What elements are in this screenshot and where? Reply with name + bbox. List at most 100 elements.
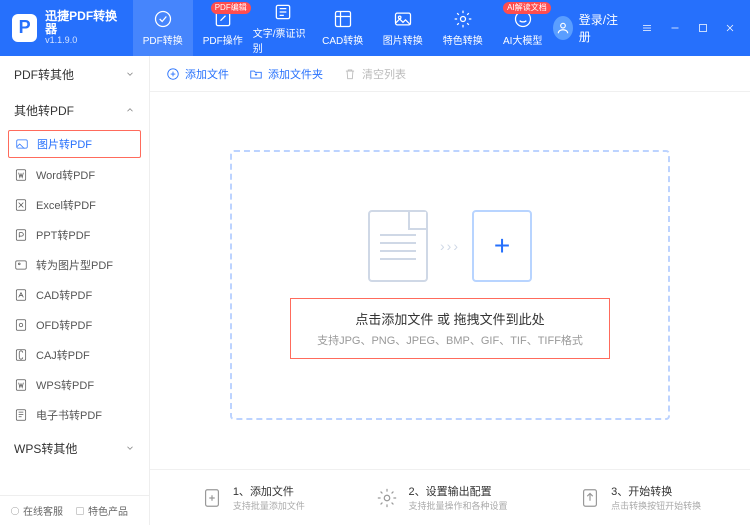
sidebar-cat-label: 其他转PDF bbox=[14, 102, 74, 119]
file-icon bbox=[368, 210, 428, 282]
sidebar-item-ppt-to-pdf[interactable]: PPT转PDF bbox=[0, 220, 149, 250]
sidebar-footer: 在线客服 特色产品 bbox=[0, 495, 149, 525]
sidebar-item-word-to-pdf[interactable]: Word转PDF bbox=[0, 160, 149, 190]
tab-label: 文字/票证识别 bbox=[253, 25, 313, 55]
close-button[interactable] bbox=[718, 14, 742, 42]
toolbar: 添加文件 添加文件夹 清空列表 bbox=[150, 56, 750, 92]
folder-plus-icon bbox=[249, 67, 263, 81]
tab-ai[interactable]: AI解读文档 AI大模型 bbox=[493, 0, 553, 56]
sidebar-item-label: 电子书转PDF bbox=[36, 407, 102, 423]
sidebar-item-ebook-to-pdf[interactable]: 电子书转PDF bbox=[0, 400, 149, 430]
settings-step-icon bbox=[374, 485, 400, 511]
chevron-down-icon bbox=[125, 443, 135, 453]
step-3: 3、开始转换点击转换按钮开始转换 bbox=[577, 483, 701, 512]
tab-label: PDF操作 bbox=[203, 32, 243, 47]
sidebar-cat-label: WPS转其他 bbox=[14, 440, 77, 457]
drop-area: ››› + 点击添加文件 或 拖拽文件到此处 支持JPG、PNG、JPEG、BM… bbox=[170, 108, 730, 461]
drop-subtitle: 支持JPG、PNG、JPEG、BMP、GIF、TIF、TIFF格式 bbox=[317, 332, 583, 348]
convert-step-icon bbox=[577, 485, 603, 511]
sidebar-item-label: 图片转PDF bbox=[37, 136, 92, 152]
image-icon bbox=[15, 137, 29, 151]
step-2: 2、设置输出配置支持批量操作和各种设置 bbox=[374, 483, 507, 512]
sidebar-item-wps-to-pdf[interactable]: WPS转PDF bbox=[0, 370, 149, 400]
sidebar: PDF转其他 其他转PDF 图片转PDF Word转PDF Excel转PDF … bbox=[0, 56, 150, 525]
badge: AI解读文档 bbox=[503, 2, 551, 14]
plus-circle-icon bbox=[166, 67, 180, 81]
app-logo-icon: P bbox=[12, 14, 37, 42]
sidebar-cat-wps-to-other[interactable]: WPS转其他 bbox=[0, 430, 149, 466]
ofd-icon bbox=[14, 318, 28, 332]
sidebar-item-label: CAJ转PDF bbox=[36, 347, 90, 363]
step-1: 1、添加文件支持批量添加文件 bbox=[199, 483, 305, 512]
add-file-button[interactable]: 添加文件 bbox=[166, 66, 229, 82]
featured-link[interactable]: 特色产品 bbox=[75, 503, 128, 518]
image-pdf-icon bbox=[14, 258, 28, 272]
sidebar-item-label: Word转PDF bbox=[36, 167, 95, 183]
tab-ocr[interactable]: 文字/票证识别 bbox=[253, 0, 313, 56]
app-version: v1.1.9.0 bbox=[45, 36, 121, 46]
ebook-icon bbox=[14, 408, 28, 422]
image-icon bbox=[393, 9, 413, 29]
sidebar-item-label: Excel转PDF bbox=[36, 197, 96, 213]
add-file-step-icon bbox=[199, 485, 225, 511]
button-label: 清空列表 bbox=[362, 66, 406, 82]
sidebar-cat-label: PDF转其他 bbox=[14, 66, 74, 83]
tab-label: 图片转换 bbox=[383, 32, 423, 47]
sidebar-item-to-image-pdf[interactable]: 转为图片型PDF bbox=[0, 250, 149, 280]
minimize-button[interactable] bbox=[663, 14, 687, 42]
chevron-up-icon bbox=[125, 105, 135, 115]
chevron-down-icon bbox=[125, 69, 135, 79]
ocr-icon bbox=[273, 2, 293, 22]
cad-icon bbox=[14, 288, 28, 302]
sidebar-item-label: CAD转PDF bbox=[36, 287, 92, 303]
menu-button[interactable] bbox=[635, 14, 659, 42]
cad-icon bbox=[333, 9, 353, 29]
header-tabs: PDF转换 PDF编辑 PDF操作 文字/票证识别 CAD转换 图片转换 特色转… bbox=[133, 0, 553, 56]
tab-pdf-convert[interactable]: PDF转换 bbox=[133, 0, 193, 56]
tab-label: AI大模型 bbox=[503, 32, 542, 47]
excel-icon bbox=[14, 198, 28, 212]
ppt-icon bbox=[14, 228, 28, 242]
badge: PDF编辑 bbox=[211, 2, 251, 14]
sidebar-item-caj-to-pdf[interactable]: CAJ转PDF bbox=[0, 340, 149, 370]
clear-list-button[interactable]: 清空列表 bbox=[343, 66, 406, 82]
tab-label: PDF转换 bbox=[143, 32, 183, 47]
sidebar-cat-pdf-to-other[interactable]: PDF转其他 bbox=[0, 56, 149, 92]
main: 添加文件 添加文件夹 清空列表 ››› + 点击添加文件 或 拖拽文件到此处 bbox=[150, 56, 750, 525]
sidebar-cat-other-to-pdf[interactable]: 其他转PDF bbox=[0, 92, 149, 128]
tab-special[interactable]: 特色转换 bbox=[433, 0, 493, 56]
sidebar-item-label: WPS转PDF bbox=[36, 377, 94, 393]
avatar-icon bbox=[553, 16, 573, 40]
sidebar-item-excel-to-pdf[interactable]: Excel转PDF bbox=[0, 190, 149, 220]
drop-text: 点击添加文件 或 拖拽文件到此处 支持JPG、PNG、JPEG、BMP、GIF、… bbox=[290, 298, 610, 359]
tab-cad[interactable]: CAD转换 bbox=[313, 0, 373, 56]
tab-pdf-operate[interactable]: PDF编辑 PDF操作 bbox=[193, 0, 253, 56]
convert-icon bbox=[153, 9, 173, 29]
login-label: 登录/注册 bbox=[579, 11, 622, 45]
login-button[interactable]: 登录/注册 bbox=[553, 11, 622, 45]
dots-icon: ››› bbox=[440, 238, 460, 254]
drop-zone[interactable]: ››› + 点击添加文件 或 拖拽文件到此处 支持JPG、PNG、JPEG、BM… bbox=[230, 150, 670, 420]
sidebar-item-cad-to-pdf[interactable]: CAD转PDF bbox=[0, 280, 149, 310]
sidebar-item-image-to-pdf[interactable]: 图片转PDF bbox=[8, 130, 141, 158]
logo-area: P 迅捷PDF转换器 v1.1.9.0 bbox=[0, 10, 133, 46]
sidebar-item-label: OFD转PDF bbox=[36, 317, 92, 333]
caj-icon bbox=[14, 348, 28, 362]
header: P 迅捷PDF转换器 v1.1.9.0 PDF转换 PDF编辑 PDF操作 文字… bbox=[0, 0, 750, 56]
sidebar-item-label: PPT转PDF bbox=[36, 227, 90, 243]
plus-file-icon: + bbox=[472, 210, 532, 282]
button-label: 添加文件夹 bbox=[268, 66, 323, 82]
support-link[interactable]: 在线客服 bbox=[10, 503, 63, 518]
drop-title: 点击添加文件 或 拖拽文件到此处 bbox=[317, 309, 583, 328]
tab-image[interactable]: 图片转换 bbox=[373, 0, 433, 56]
add-folder-button[interactable]: 添加文件夹 bbox=[249, 66, 323, 82]
word-icon bbox=[14, 168, 28, 182]
button-label: 添加文件 bbox=[185, 66, 229, 82]
sidebar-item-ofd-to-pdf[interactable]: OFD转PDF bbox=[0, 310, 149, 340]
star-icon bbox=[453, 9, 473, 29]
tab-label: CAD转换 bbox=[322, 32, 363, 47]
tab-label: 特色转换 bbox=[443, 32, 483, 47]
drop-illustration: ››› + bbox=[368, 210, 532, 282]
maximize-button[interactable] bbox=[691, 14, 715, 42]
trash-icon bbox=[343, 67, 357, 81]
